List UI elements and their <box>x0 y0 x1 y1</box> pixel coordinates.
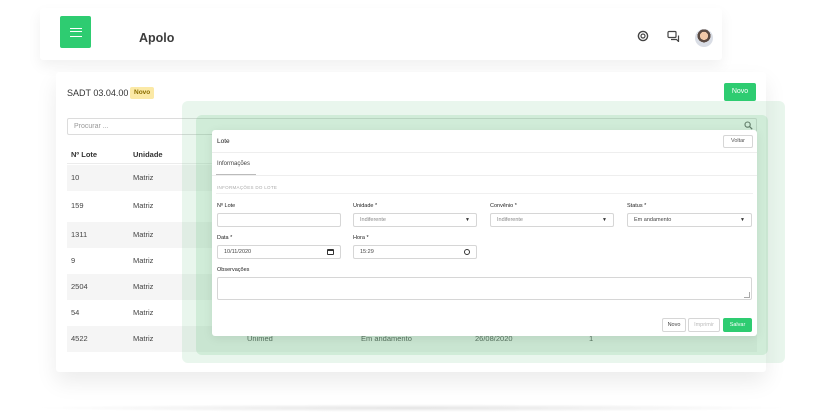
cell-lote: 1311 <box>71 230 88 239</box>
divider <box>212 152 757 153</box>
status-select[interactable]: Em andamento ▼ <box>627 213 752 227</box>
observacoes-label: Observações <box>217 267 250 273</box>
page-title: SADT 03.04.00 <box>67 88 129 98</box>
time-input[interactable]: 15:29 <box>353 245 477 259</box>
cell-lote: 4522 <box>71 334 88 343</box>
cell-unidade: Matriz <box>133 230 154 239</box>
support-icon[interactable] <box>637 30 649 42</box>
hamburger-icon <box>69 27 82 37</box>
save-button[interactable]: Salvar <box>723 318 752 332</box>
cell-lote: 9 <box>71 256 76 265</box>
date-value: 10/11/2020 <box>224 249 252 255</box>
cell-unidade: Matriz <box>133 308 154 317</box>
back-button[interactable]: Voltar <box>723 135 753 148</box>
convenio-label: Convênio * <box>490 203 517 209</box>
screen: Apolo SADT 03.04.00 Novo Novo Procurar .… <box>0 0 824 414</box>
modal-title: Lote <box>217 138 230 145</box>
cell-lote: 2504 <box>71 282 88 291</box>
chevron-down-icon: ▼ <box>465 217 470 223</box>
cell-lote: 10 <box>71 173 80 182</box>
chat-icon[interactable] <box>667 30 680 42</box>
lote-input[interactable] <box>217 213 341 227</box>
column-header-lote[interactable]: Nº Lote <box>71 150 97 159</box>
print-button[interactable]: Imprimir <box>688 318 720 332</box>
modal-new-button[interactable]: Novo <box>662 318 686 332</box>
status-badge: Novo <box>130 87 155 99</box>
date-input[interactable]: 10/11/2020 <box>217 245 341 259</box>
tab-informacoes[interactable]: Informações <box>217 161 250 167</box>
unidade-label: Unidade * <box>353 203 378 209</box>
observacoes-textarea[interactable] <box>217 277 752 300</box>
user-avatar[interactable] <box>695 29 713 47</box>
data-label: Data * <box>217 235 233 241</box>
cell-unidade: Matriz <box>133 256 154 265</box>
cell-unidade: Matriz <box>133 201 154 210</box>
unidade-select[interactable]: Indiferente ▼ <box>353 213 477 227</box>
time-value: 15:29 <box>360 249 374 255</box>
status-label: Status * <box>627 203 647 209</box>
convenio-select[interactable]: Indiferente ▼ <box>490 213 614 227</box>
new-button[interactable]: Novo <box>724 83 756 101</box>
clock-icon[interactable] <box>464 249 470 255</box>
status-value: Em andamento <box>634 217 672 223</box>
cell-unidade: Matriz <box>133 334 154 343</box>
app-title: Apolo <box>139 31 175 45</box>
convenio-value: Indiferente <box>497 217 523 223</box>
cell-unidade: Matriz <box>133 282 154 291</box>
cell-lote: 54 <box>71 308 80 317</box>
divider <box>216 193 753 194</box>
lote-modal <box>212 130 757 336</box>
unidade-value: Indiferente <box>360 217 386 223</box>
hora-label: Hora * <box>353 235 369 241</box>
card-shadow <box>30 404 794 412</box>
section-title: INFORMAÇÕES DO LOTE <box>217 185 278 190</box>
cell-lote: 159 <box>71 201 84 210</box>
cell-unidade: Matriz <box>133 173 154 182</box>
menu-button[interactable] <box>60 16 91 48</box>
divider <box>212 175 757 176</box>
lote-label: Nº Lote <box>217 203 236 209</box>
chevron-down-icon: ▼ <box>740 217 745 223</box>
calendar-icon[interactable] <box>327 249 334 255</box>
chevron-down-icon: ▼ <box>602 217 607 223</box>
column-header-unidade[interactable]: Unidade <box>133 150 163 159</box>
